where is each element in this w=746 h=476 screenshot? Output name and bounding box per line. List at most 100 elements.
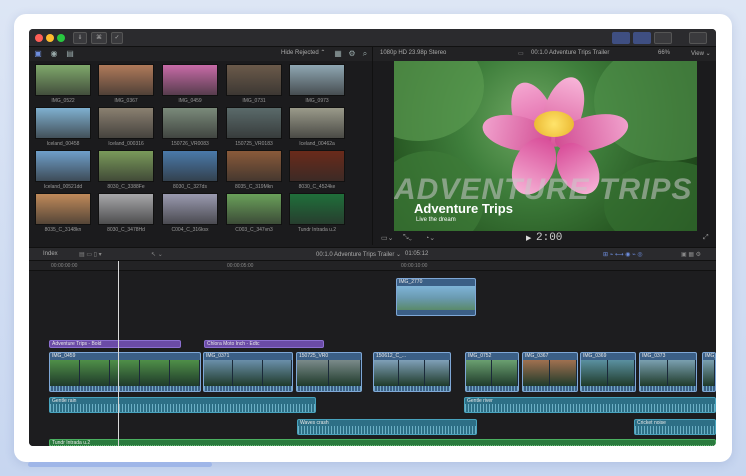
browser-clip[interactable]: Iceland_00458 <box>35 107 91 147</box>
browser-clip[interactable]: 8030_C_4524ke <box>289 150 345 190</box>
video-clip[interactable]: IMG_... <box>702 352 716 392</box>
clip-appearance-icon[interactable]: ▦ <box>333 49 343 59</box>
video-clip[interactable]: IMG_0369 <box>580 352 636 392</box>
connected-clip[interactable]: IMG_2770 <box>396 278 476 316</box>
clip-name: 8035_C_319Mkn <box>234 184 274 190</box>
ruler-tick: 00:00:05:00 <box>227 263 254 269</box>
ruler-tick: 00:00:10:00 <box>401 263 428 269</box>
clip-name: 8030_C_4524ke <box>298 184 336 190</box>
clip-thumbnail <box>35 107 91 139</box>
video-clip[interactable]: IMG_0373 <box>639 352 697 392</box>
clip-thumbnail <box>289 193 345 225</box>
browser-clip[interactable]: 8035_C_319Mkn <box>226 150 282 190</box>
clip-name: IMG_0973 <box>305 98 329 104</box>
transform-icon[interactable]: ⤡⌄ <box>403 234 412 242</box>
browser-clip[interactable]: 8030_C_327ds <box>162 150 218 190</box>
browser-clip[interactable]: IMG_0367 <box>98 64 154 104</box>
clip-name: 8030_C_3388Fe <box>107 184 145 190</box>
pane-divider[interactable] <box>372 61 373 245</box>
libraries-icon[interactable]: ▣ <box>33 49 43 59</box>
browser-clip[interactable]: IMG_0973 <box>289 64 345 104</box>
playhead[interactable] <box>118 261 119 446</box>
browser-clip[interactable]: C004_C_316ksx <box>162 193 218 233</box>
play-icon[interactable]: ▶ <box>526 234 531 242</box>
timeline-header: Index ▤ ▭ ▯ ▾ ↖ ⌄ 00:1.0 Adventure Trips… <box>29 247 716 261</box>
video-clip[interactable]: IMG_0459 <box>49 352 201 392</box>
clip-name: 8030_C_327ds <box>173 184 207 190</box>
browser-clip[interactable]: Iceland_00521dd <box>35 150 91 190</box>
clip-name: IMG_0731 <box>242 98 266 104</box>
browser-clip[interactable]: 8030_C_3388Fe <box>98 150 154 190</box>
search-icon[interactable]: ⌕ <box>360 49 370 59</box>
audio-controls-icon[interactable]: ⊞ ⌁ ⟷ ◉ ⌁ ◎ <box>603 251 643 258</box>
audio-clip[interactable]: Waves crash <box>297 419 477 435</box>
browser-clip[interactable]: Iceland_000316 <box>98 107 154 147</box>
timeline-tools-icon[interactable]: ▤ ▭ ▯ ▾ <box>79 251 102 258</box>
clip-thumbnail <box>35 150 91 182</box>
viewer-controls: ▭⌄ ⤡⌄ ◔⌄ ▶ 2:00 ⤢ <box>372 231 716 245</box>
minimize-button[interactable] <box>46 34 54 42</box>
clip-name: 150726_VR0083 <box>171 141 209 147</box>
layout-timeline-icon[interactable] <box>633 32 651 44</box>
photos-icon[interactable]: ◉ <box>49 49 59 59</box>
timeline-ruler[interactable]: 00:00:00:00 00:00:05:00 00:00:10:00 <box>29 261 716 271</box>
browser-clip[interactable]: 8035_C_3148kn <box>35 193 91 233</box>
browser-clip[interactable]: 150725_VR0183 <box>226 107 282 147</box>
filter-dropdown[interactable]: Hide Rejected ⌃ <box>281 49 325 56</box>
audio-clip[interactable]: Cricket noise <box>634 419 716 435</box>
browser-clip[interactable]: IMG_0522 <box>35 64 91 104</box>
zoom-dropdown[interactable]: 66% <box>658 50 670 56</box>
viewer-canvas[interactable]: ADVENTURE TRIPS Adventure Trips Live the… <box>394 61 697 231</box>
carousel-indicator[interactable] <box>28 462 212 467</box>
timeline-area[interactable]: IMG_2770 Adventure Trips - Bold Chlora M… <box>29 271 716 446</box>
crop-icon[interactable]: ▭⌄ <box>381 234 393 242</box>
video-clip[interactable]: IMG_0752 <box>465 352 519 392</box>
select-tool-icon[interactable]: ↖ ⌄ <box>151 251 163 258</box>
timeline-project-name[interactable]: 00:1.0 Adventure Trips Trailer ⌄ <box>316 251 401 258</box>
import-icon[interactable]: ⇓ <box>73 32 87 44</box>
fullscreen-icon[interactable]: ⤢ <box>703 234 709 242</box>
browser-clip[interactable]: C003_C_347vn3 <box>226 193 282 233</box>
clip-thumbnail <box>162 107 218 139</box>
project-icon: ▭ <box>518 51 524 57</box>
video-clip[interactable]: IMG_0367 <box>522 352 578 392</box>
audio-clip[interactable]: Gentle river <box>464 397 716 413</box>
layout-browser-icon[interactable] <box>612 32 630 44</box>
browser-clip[interactable]: 150726_VR0083 <box>162 107 218 147</box>
clip-thumbnail <box>35 193 91 225</box>
speed-icon[interactable]: ◔⌄ <box>425 234 435 242</box>
video-clip[interactable]: 150725_VR0 <box>296 352 362 392</box>
video-clip[interactable]: IMG_0371 <box>203 352 293 392</box>
clip-thumbnail <box>289 107 345 139</box>
title-clip[interactable]: Adventure Trips - Bold <box>49 340 181 348</box>
browser-clip[interactable]: Iceland_00462a <box>289 107 345 147</box>
video-clip[interactable]: 150612_C_... <box>373 352 451 392</box>
clip-name: Iceland_00521dd <box>43 184 83 190</box>
clip-thumbnail <box>162 150 218 182</box>
share-icon[interactable] <box>689 32 707 44</box>
timecode-display: 2:00 <box>536 232 563 244</box>
lotus-leaf <box>594 61 697 161</box>
layout-inspector-icon[interactable] <box>654 32 672 44</box>
viewer-header: 1080p HD 23.98p Stereo ▭ 00:1.0 Adventur… <box>372 47 716 61</box>
settings-icon[interactable]: ⚙ <box>347 49 357 59</box>
clip-name: IMG_0459 <box>178 98 202 104</box>
browser-clip[interactable]: Tundr Intrada u.2 <box>289 193 345 233</box>
keywords-icon[interactable]: ⌘ <box>91 32 107 44</box>
clip-thumbnail <box>98 64 154 96</box>
clip-name: 8030_C_3478Hd <box>107 227 145 233</box>
clip-appearance-icon[interactable]: ▣ ▦ ⚙ <box>681 251 701 258</box>
view-dropdown[interactable]: View ⌄ <box>691 50 711 57</box>
browser-clip[interactable]: 8030_C_3478Hd <box>98 193 154 233</box>
audio-clip[interactable]: Gentle rain <box>49 397 316 413</box>
close-button[interactable] <box>35 34 43 42</box>
browser-clip[interactable]: IMG_0459 <box>162 64 218 104</box>
zoom-button[interactable] <box>57 34 65 42</box>
background-tasks-icon[interactable]: ✓ <box>111 32 123 44</box>
titles-icon[interactable]: ▤ <box>65 49 75 59</box>
title-clip[interactable]: Chlora Moto Inch - Edtc <box>204 340 324 348</box>
timeline-index-button[interactable]: Index <box>43 251 58 257</box>
browser-clip[interactable]: IMG_0731 <box>226 64 282 104</box>
music-clip[interactable]: Tundr Intrada u.2 <box>49 439 716 446</box>
clip-thumbnail <box>98 150 154 182</box>
